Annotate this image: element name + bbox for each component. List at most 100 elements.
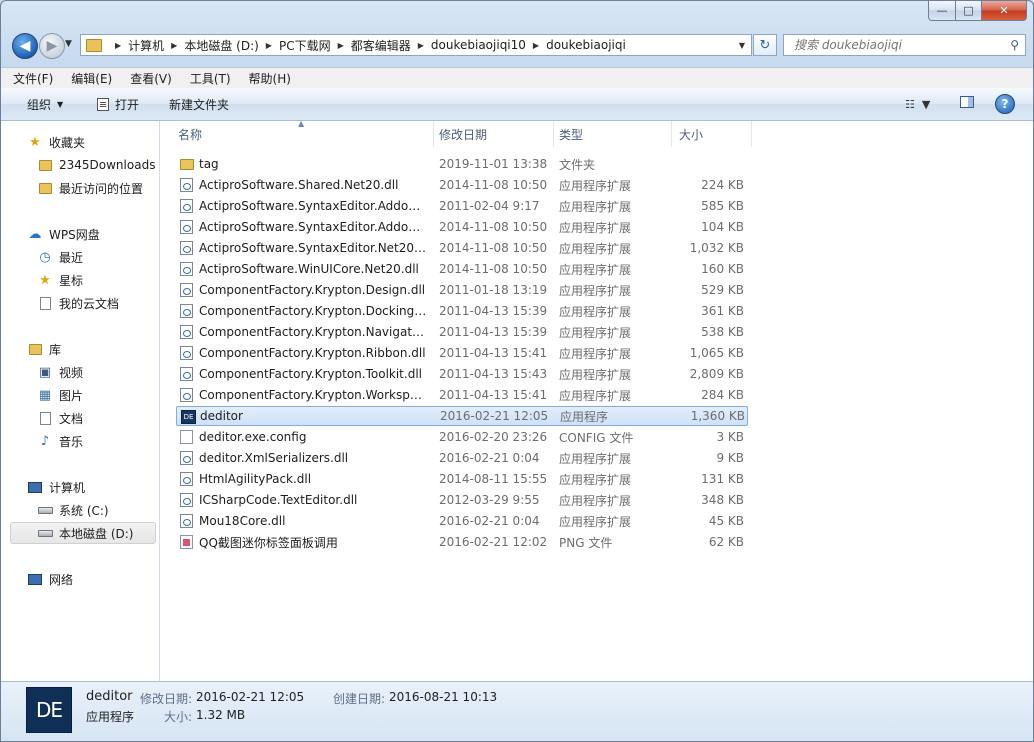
column-header-date[interactable]: 修改日期	[434, 121, 554, 147]
menu-item[interactable]: 编辑(E)	[65, 70, 118, 87]
png-icon	[180, 535, 193, 549]
file-row[interactable]: ComponentFactory.Krypton.Workspa... 2011-…	[176, 385, 748, 405]
drive-icon	[37, 526, 53, 540]
menu-item[interactable]: 查看(V)	[124, 70, 178, 87]
menu-item[interactable]: 文件(F)	[7, 70, 59, 87]
file-row[interactable]: ActiproSoftware.SyntaxEditor.Addons.... 2…	[176, 196, 748, 216]
file-row[interactable]: ComponentFactory.Krypton.Design.dll 2011-…	[176, 280, 748, 300]
file-name: ActiproSoftware.SyntaxEditor.Addons....	[199, 199, 427, 213]
breadcrumb-item[interactable]: ▶ 计算机	[108, 37, 164, 54]
search-icon[interactable]: ⚲	[1010, 38, 1019, 52]
breadcrumb-label: 本地磁盘 (D:)	[184, 38, 259, 53]
file-date: 2011-04-13 15:41	[439, 388, 548, 402]
back-button[interactable]: ◀	[12, 33, 38, 59]
file-row[interactable]: Mou18Core.dll 2016-02-21 0:04 应用程序扩展 45 KB	[176, 511, 748, 531]
music-icon: ♪	[40, 433, 50, 449]
dll-icon	[180, 472, 193, 486]
breadcrumb-item[interactable]: ▶ 本地磁盘 (D:)	[164, 37, 259, 54]
open-button[interactable]: 打开	[97, 96, 139, 113]
star-icon: ★	[29, 134, 41, 150]
file-date: 2011-04-13 15:41	[439, 346, 548, 360]
help-button[interactable]: ?	[995, 94, 1015, 114]
sidebar-item[interactable]: 本地磁盘 (D:)	[10, 522, 156, 544]
sidebar-item-label: 最近访问的位置	[59, 181, 144, 196]
column-header-type[interactable]: 类型	[554, 121, 672, 147]
file-row[interactable]: deditor.exe.config 2016-02-20 23:26 CONFIG…	[176, 427, 748, 447]
file-row[interactable]: ActiproSoftware.WinUICore.Net20.dll 2014-…	[176, 259, 748, 279]
file-row[interactable]: HtmlAgilityPack.dll 2014-08-11 15:55 应用程序扩…	[176, 469, 748, 489]
file-row[interactable]: ICSharpCode.TextEditor.dll 2012-03-29 9:5…	[176, 490, 748, 510]
details-created-label: 创建日期:	[333, 692, 386, 706]
sidebar-item[interactable]: 最近访问的位置	[37, 177, 143, 199]
close-button[interactable]: ✕	[982, 1, 1027, 21]
sidebar-item[interactable]: 网络	[27, 568, 73, 590]
sidebar-item[interactable]: 计算机	[27, 476, 85, 498]
address-bar[interactable]: ▶ 计算机 ▶ 本地磁盘 (D:) ▶ PC下载网 ▶ 都客编辑器 ▶ doukebiaojiqi…	[80, 34, 752, 56]
sidebar-item-label: 网络	[49, 572, 74, 587]
file-type: 应用程序扩展	[559, 472, 632, 487]
sidebar-item[interactable]: ▣ 视频	[37, 361, 83, 383]
breadcrumb-item[interactable]: ▶ doukebiaojiqi10	[411, 38, 526, 52]
sidebar-item[interactable]: ♪ 音乐	[37, 430, 83, 452]
file-row[interactable]: DE deditor 2016-02-21 12:05 应用程序 1,360 KB	[176, 406, 748, 426]
file-row[interactable]: ActiproSoftware.SyntaxEditor.Net20.dll 20…	[176, 238, 748, 258]
breadcrumb-separator-icon[interactable]: ▶	[171, 41, 177, 50]
sidebar-item[interactable]: 我的云文档	[37, 292, 119, 314]
folder-icon	[37, 158, 53, 172]
search-input[interactable]	[792, 37, 1006, 53]
breadcrumb-separator-icon[interactable]: ▶	[115, 41, 121, 50]
file-type: 应用程序扩展	[559, 304, 632, 319]
new-folder-button[interactable]: 新建文件夹	[169, 96, 229, 113]
breadcrumb-label: doukebiaojiqi10	[430, 38, 526, 52]
organize-button[interactable]: 组织 ▼	[27, 96, 63, 113]
menu-item[interactable]: 工具(T)	[184, 70, 237, 87]
forward-button[interactable]: ▶	[39, 33, 65, 59]
file-size: 160 KB	[701, 262, 744, 276]
details-created-value: 2016-08-21 10:13	[389, 690, 498, 704]
sidebar-item[interactable]: 文档	[37, 407, 83, 429]
dll-icon	[180, 367, 193, 381]
details-size-label: 大小:	[164, 710, 193, 724]
file-row[interactable]: tag 2019-11-01 13:38 文件夹	[176, 154, 748, 174]
breadcrumb-item[interactable]: ▶ PC下载网	[259, 37, 331, 54]
maximize-button[interactable]: □	[956, 1, 982, 21]
file-row[interactable]: ComponentFactory.Krypton.Navigato.... 201…	[176, 322, 748, 342]
breadcrumb-separator-icon[interactable]: ▶	[266, 41, 272, 50]
sidebar-item[interactable]: ▦ 图片	[37, 384, 83, 406]
column-header-name[interactable]: 名称	[172, 121, 434, 147]
breadcrumb-item[interactable]: ▶ doukebiaojiqi	[526, 38, 626, 52]
breadcrumb-separator-icon[interactable]: ▶	[418, 41, 424, 50]
file-row[interactable]: ComponentFactory.Krypton.Docking.... 2011…	[176, 301, 748, 321]
file-size: 3 KB	[716, 430, 744, 444]
menu-item[interactable]: 帮助(H)	[243, 70, 297, 87]
sidebar-item[interactable]: 2345Downloads	[37, 154, 155, 176]
file-size: 361 KB	[701, 304, 744, 318]
sidebar-item[interactable]: ☁ WPS网盘	[27, 223, 100, 245]
star-icon: ★	[39, 272, 51, 288]
preview-pane-button[interactable]	[960, 96, 974, 108]
breadcrumb-item[interactable]: ▶ 都客编辑器	[331, 37, 411, 54]
refresh-button[interactable]: ↻	[753, 34, 777, 56]
file-type: 应用程序扩展	[559, 451, 632, 466]
address-dropdown-icon[interactable]: ▼	[739, 41, 745, 50]
sidebar-item[interactable]: ★ 星标	[37, 269, 83, 291]
file-size: 104 KB	[701, 220, 744, 234]
change-view-button[interactable]: ☷ ▼	[905, 98, 930, 111]
file-size: 224 KB	[701, 178, 744, 192]
recent-pages-dropdown[interactable]: ▼	[65, 39, 72, 49]
search-box[interactable]: ⚲	[783, 34, 1026, 56]
file-row[interactable]: ComponentFactory.Krypton.Ribbon.dll 2011-…	[176, 343, 748, 363]
sidebar-item[interactable]: ◷ 最近	[37, 246, 83, 268]
minimize-button[interactable]: —	[928, 1, 956, 21]
sidebar-item[interactable]: 系统 (C:)	[37, 499, 109, 521]
file-row[interactable]: ActiproSoftware.Shared.Net20.dll 2014-11-…	[176, 175, 748, 195]
column-header-size[interactable]: 大小	[672, 121, 752, 147]
file-row[interactable]: ComponentFactory.Krypton.Toolkit.dll 2011…	[176, 364, 748, 384]
sidebar-item[interactable]: 库	[27, 338, 61, 360]
file-row[interactable]: ActiproSoftware.SyntaxEditor.Addons.... 2…	[176, 217, 748, 237]
breadcrumb-separator-icon[interactable]: ▶	[338, 41, 344, 50]
file-row[interactable]: deditor.XmlSerializers.dll 2016-02-21 0:0…	[176, 448, 748, 468]
breadcrumb-separator-icon[interactable]: ▶	[533, 41, 539, 50]
sidebar-item[interactable]: ★ 收藏夹	[27, 131, 85, 153]
file-row[interactable]: QQ截图迷你标签面板调用 2016-02-21 12:02 PNG 文件 62 KB	[176, 532, 748, 552]
